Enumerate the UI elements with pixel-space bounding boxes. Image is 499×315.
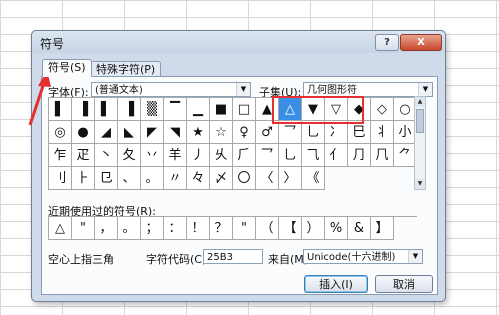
help-button[interactable]: ? (375, 34, 399, 51)
symbol-cell[interactable]: ◣ (118, 121, 141, 144)
close-button[interactable]: X (400, 34, 442, 51)
symbol-cell[interactable]: ● (72, 121, 95, 144)
recent-symbol-cell[interactable]: ， (95, 217, 118, 240)
symbol-cell[interactable]: 乚 (302, 121, 325, 144)
tab-symbols[interactable]: 符号(S) (42, 59, 92, 77)
recent-symbol-cell[interactable]: " (233, 217, 256, 240)
title-bar[interactable]: 符号 ? X (32, 31, 445, 53)
symbol-cell[interactable]: ⺃ (279, 144, 302, 167)
symbol-cell[interactable]: ▲ (256, 98, 279, 121)
insert-button[interactable]: 插入(I) (304, 275, 368, 293)
chevron-down-icon[interactable]: ▼ (236, 83, 250, 96)
recent-symbol-cell[interactable]: △ (49, 217, 72, 240)
symbol-cell[interactable]: ⺁ (233, 144, 256, 167)
symbol-cell[interactable]: 〉 (279, 167, 302, 190)
symbol-cell[interactable]: 羊 (164, 144, 187, 167)
scroll-up-icon[interactable]: ▲ (415, 97, 425, 107)
symbol-cell[interactable]: 乛 (279, 121, 302, 144)
symbol-cell[interactable]: ▼ (302, 98, 325, 121)
symbol-cell[interactable]: ⺅ (325, 144, 348, 167)
recent-symbols: △ "，。；：！？ " （【）% &】 (48, 216, 417, 240)
symbol-cell[interactable]: ▐ (72, 98, 95, 121)
symbol-cell[interactable]: ⺊ (72, 167, 95, 190)
symbol-cell[interactable]: ◇ (371, 98, 394, 121)
symbol-cell[interactable]: 丶 (95, 144, 118, 167)
recent-symbol-cell[interactable]: & (348, 217, 371, 240)
chevron-down-icon[interactable]: ▼ (408, 250, 422, 263)
symbol-cell[interactable]: ◎ (49, 121, 72, 144)
symbol-cell[interactable]: 冫 (325, 121, 348, 144)
char-code-input[interactable]: 25B3 (203, 249, 263, 264)
tab-special-characters[interactable]: 特殊字符(P) (90, 61, 162, 77)
subset-select[interactable]: 几何图形符 ▼ (303, 82, 433, 97)
symbol-cell[interactable]: □ (233, 98, 256, 121)
symbol-cell[interactable]: 《 (302, 167, 325, 190)
recent-symbol-cell[interactable]: ： (164, 217, 187, 240)
recent-symbol-cell[interactable]: 【 (279, 217, 302, 240)
symbol-cell[interactable]: ♂ (256, 121, 279, 144)
symbol-grid-scrollbar[interactable]: ▲ ▼ (414, 96, 426, 190)
symbol-cell[interactable]: 〈 (256, 167, 279, 190)
symbol-cell[interactable]: 巳 (348, 121, 371, 144)
recent-symbol-cell[interactable]: 】 (371, 217, 394, 240)
symbol-cell[interactable]: 、 (118, 167, 141, 190)
recent-symbol-cell[interactable]: ） (302, 217, 325, 240)
code-label: 字符代码(C): (146, 253, 210, 266)
symbol-cell[interactable]: ⺄ (302, 144, 325, 167)
symbol-cell[interactable]: ⺇ (371, 144, 394, 167)
recent-symbol-cell[interactable]: 。 (118, 217, 141, 240)
symbol-cell[interactable]: 〃 (164, 167, 187, 190)
symbol-cell[interactable]: ⺋ (95, 167, 118, 190)
symbol-cell[interactable]: ◆ (348, 98, 371, 121)
symbol-cell[interactable]: 乆 (210, 144, 233, 167)
symbol-cell[interactable]: ⺆ (348, 144, 371, 167)
from-select-value: Unicode(十六进制) (307, 252, 396, 263)
symbol-cell[interactable]: ▌ (49, 98, 72, 121)
symbol-cell[interactable]: ▌ (95, 98, 118, 121)
symbol-cell[interactable]: ▔ (164, 98, 187, 121)
font-select-value: (普通文本) (95, 85, 143, 96)
symbol-cell[interactable]: 疋 (72, 144, 95, 167)
symbol-cell[interactable]: 〇 (233, 167, 256, 190)
recent-symbol-cell[interactable]: ？ (210, 217, 233, 240)
recent-symbol-cell[interactable]: % (325, 217, 348, 240)
symbol-cell[interactable]: ■ (210, 98, 233, 121)
scroll-thumb[interactable] (416, 109, 424, 133)
symbol-cell[interactable]: 乍 (49, 144, 72, 167)
recent-symbol-cell[interactable]: ； (141, 217, 164, 240)
recent-symbol-cell[interactable]: " (72, 217, 95, 240)
subset-select-value: 几何图形符 (307, 85, 357, 96)
symbol-cell[interactable]: ★ (187, 121, 210, 144)
dialog-title: 符号 (40, 37, 65, 51)
symbol-cell[interactable]: 夂 (118, 144, 141, 167)
symbol-grid: ▌ ▐ ▌ ▐ ▒ ▔ ▁ ■ □ ▲ △ ▼ ▽ ◆ ◇ ○ ◎ ● ◢ ◣ ◤ ◥ ★ ☆ ♀ ♂ 乛乚冫巳丬小乍疋丶夂丷羊丿乆… (48, 97, 417, 190)
cancel-button[interactable]: 取消 (375, 275, 433, 293)
symbol-cell[interactable]: ▽ (325, 98, 348, 121)
symbol-cell[interactable]: 丬 (371, 121, 394, 144)
symbol-cell[interactable]: ◤ (141, 121, 164, 144)
chevron-down-icon[interactable]: ▼ (418, 83, 432, 96)
symbol-cell[interactable]: 〆 (210, 167, 233, 190)
symbol-cell[interactable]: ⺉ (49, 167, 72, 190)
symbol-cell[interactable]: ▒ (141, 98, 164, 121)
symbol-cell[interactable]: ▐ (118, 98, 141, 121)
symbol-cell[interactable]: ▁ (187, 98, 210, 121)
symbol-cell[interactable]: ◥ (164, 121, 187, 144)
char-name: 空心上指三角 (48, 253, 114, 266)
from-select[interactable]: Unicode(十六进制) ▼ (303, 249, 423, 264)
recent-symbol-cell[interactable]: （ (256, 217, 279, 240)
scroll-down-icon[interactable]: ▼ (415, 179, 425, 189)
char-code-value: 25B3 (207, 252, 233, 263)
symbol-cell[interactable]: △ (279, 98, 302, 121)
symbol-cell[interactable]: 々 (187, 167, 210, 190)
font-select[interactable]: (普通文本) ▼ (91, 82, 251, 97)
symbol-cell[interactable]: ◢ (95, 121, 118, 144)
symbol-cell[interactable]: 丿 (187, 144, 210, 167)
symbol-cell[interactable]: ⺂ (256, 144, 279, 167)
symbol-cell[interactable]: 。 (141, 167, 164, 190)
symbol-cell[interactable]: 丷 (141, 144, 164, 167)
recent-symbol-cell[interactable]: ！ (187, 217, 210, 240)
symbol-cell[interactable]: ♀ (233, 121, 256, 144)
symbol-cell[interactable]: ☆ (210, 121, 233, 144)
